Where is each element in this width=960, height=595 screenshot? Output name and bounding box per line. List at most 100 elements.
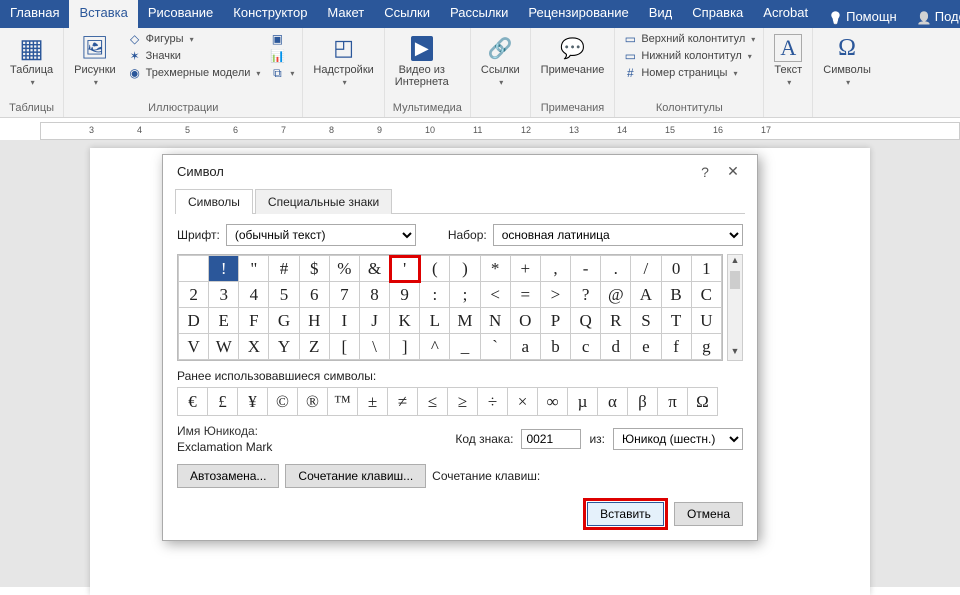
set-select[interactable]: основная латиница — [493, 224, 743, 246]
char-cell[interactable]: 0 — [661, 256, 691, 282]
char-cell[interactable]: 6 — [299, 282, 329, 308]
char-cell[interactable]: ; — [450, 282, 480, 308]
char-cell[interactable]: 8 — [359, 282, 389, 308]
char-cell[interactable]: ( — [420, 256, 450, 282]
recent-cell[interactable]: µ — [568, 388, 598, 416]
recent-cell[interactable]: £ — [208, 388, 238, 416]
shapes-button[interactable]: ◇Фигуры▾ — [128, 32, 261, 46]
share-button[interactable]: Поделиться — [907, 0, 960, 28]
character-grid[interactable]: !"#$%&'()*+,-./0123456789:;<=>?@ABCDEFGH… — [177, 254, 723, 361]
char-cell[interactable]: ' — [390, 256, 420, 282]
char-cell[interactable]: 3 — [209, 282, 239, 308]
char-cell[interactable]: ) — [450, 256, 480, 282]
scroll-thumb[interactable] — [730, 271, 740, 289]
char-cell[interactable]: 5 — [269, 282, 299, 308]
icons-button[interactable]: ✶Значки — [128, 49, 261, 63]
char-cell[interactable]: H — [299, 308, 329, 334]
autocorrect-button[interactable]: Автозамена... — [177, 464, 279, 488]
char-cell[interactable]: 1 — [691, 256, 721, 282]
tab-ссылки[interactable]: Ссылки — [374, 0, 440, 28]
char-cell[interactable]: $ — [299, 256, 329, 282]
addins-button[interactable]: Надстройки ▾ — [311, 32, 375, 89]
char-cell[interactable]: 4 — [239, 282, 269, 308]
char-cell[interactable]: [ — [329, 334, 359, 360]
tell-me[interactable]: Помощн — [818, 0, 907, 28]
char-cell[interactable]: = — [510, 282, 540, 308]
cancel-button[interactable]: Отмена — [674, 502, 743, 526]
char-cell[interactable]: B — [661, 282, 691, 308]
char-cell[interactable]: M — [450, 308, 480, 334]
char-cell[interactable]: J — [359, 308, 389, 334]
shortcut-button[interactable]: Сочетание клавиш... — [285, 464, 426, 488]
header-button[interactable]: ▭Верхний колонтитул▾ — [623, 32, 755, 46]
page-number-button[interactable]: #Номер страницы▾ — [623, 66, 755, 80]
tab-конструктор[interactable]: Конструктор — [223, 0, 317, 28]
char-cell[interactable]: Q — [571, 308, 601, 334]
pictures-button[interactable]: Рисунки ▾ — [72, 32, 118, 89]
insert-button[interactable]: Вставить — [587, 502, 664, 526]
char-cell[interactable]: 2 — [179, 282, 209, 308]
recent-cell[interactable]: ™ — [328, 388, 358, 416]
footer-button[interactable]: ▭Нижний колонтитул▾ — [623, 49, 755, 63]
links-button[interactable]: Ссылки ▾ — [479, 32, 522, 89]
char-cell[interactable]: d — [601, 334, 631, 360]
horizontal-ruler[interactable]: 34567891011121314151617 — [40, 122, 960, 140]
char-cell[interactable]: Z — [299, 334, 329, 360]
scroll-down-icon[interactable]: ▼ — [728, 346, 742, 360]
char-cell[interactable]: W — [209, 334, 239, 360]
char-cell[interactable]: / — [631, 256, 661, 282]
char-cell[interactable]: ` — [480, 334, 510, 360]
tab-special[interactable]: Специальные знаки — [255, 189, 392, 214]
recent-cell[interactable]: ÷ — [478, 388, 508, 416]
char-cell[interactable]: & — [359, 256, 389, 282]
tab-вставка[interactable]: Вставка — [69, 0, 137, 28]
char-cell[interactable]: . — [601, 256, 631, 282]
char-cell[interactable]: + — [510, 256, 540, 282]
recent-cell[interactable]: ¥ — [238, 388, 268, 416]
char-cell[interactable]: , — [540, 256, 570, 282]
code-input[interactable] — [521, 429, 581, 449]
char-cell[interactable]: @ — [601, 282, 631, 308]
char-cell[interactable]: ^ — [420, 334, 450, 360]
char-cell[interactable]: < — [480, 282, 510, 308]
tab-рисование[interactable]: Рисование — [138, 0, 223, 28]
recent-cell[interactable]: α — [598, 388, 628, 416]
char-cell[interactable]: A — [631, 282, 661, 308]
char-cell[interactable]: C — [691, 282, 721, 308]
grid-scrollbar[interactable]: ▲ ▼ — [727, 254, 743, 361]
char-cell[interactable]: c — [571, 334, 601, 360]
close-button[interactable]: ✕ — [719, 163, 747, 180]
char-cell[interactable]: P — [540, 308, 570, 334]
char-cell[interactable]: 7 — [329, 282, 359, 308]
tab-макет[interactable]: Макет — [317, 0, 374, 28]
recent-cell[interactable]: ≤ — [418, 388, 448, 416]
recent-cell[interactable]: ± — [358, 388, 388, 416]
char-cell[interactable]: a — [510, 334, 540, 360]
recent-cell[interactable]: ® — [298, 388, 328, 416]
char-cell[interactable]: O — [510, 308, 540, 334]
tab-главная[interactable]: Главная — [0, 0, 69, 28]
help-button[interactable]: ? — [691, 164, 719, 180]
chart-button[interactable]: 📊 — [270, 49, 294, 63]
char-cell[interactable]: : — [420, 282, 450, 308]
char-cell[interactable]: _ — [450, 334, 480, 360]
scroll-up-icon[interactable]: ▲ — [728, 255, 742, 269]
char-cell[interactable]: F — [239, 308, 269, 334]
char-cell[interactable]: X — [239, 334, 269, 360]
table-button[interactable]: Таблица ▾ — [8, 32, 55, 89]
3dmodels-button[interactable]: ◉Трехмерные модели▾ — [128, 66, 261, 80]
recent-grid[interactable]: €£¥©®™±≠≤≥÷×∞µαβπΩ — [177, 387, 743, 416]
tab-symbols[interactable]: Символы — [175, 189, 253, 214]
char-cell[interactable]: > — [540, 282, 570, 308]
char-cell[interactable]: R — [601, 308, 631, 334]
char-cell[interactable]: \ — [359, 334, 389, 360]
char-cell[interactable]: I — [329, 308, 359, 334]
char-cell[interactable]: N — [480, 308, 510, 334]
char-cell[interactable]: L — [420, 308, 450, 334]
tab-вид[interactable]: Вид — [639, 0, 683, 28]
comment-button[interactable]: Примечание — [539, 32, 607, 78]
char-cell[interactable]: " — [239, 256, 269, 282]
char-cell[interactable]: S — [631, 308, 661, 334]
online-video-button[interactable]: Видео из Интернета — [393, 32, 451, 90]
recent-cell[interactable]: ∞ — [538, 388, 568, 416]
